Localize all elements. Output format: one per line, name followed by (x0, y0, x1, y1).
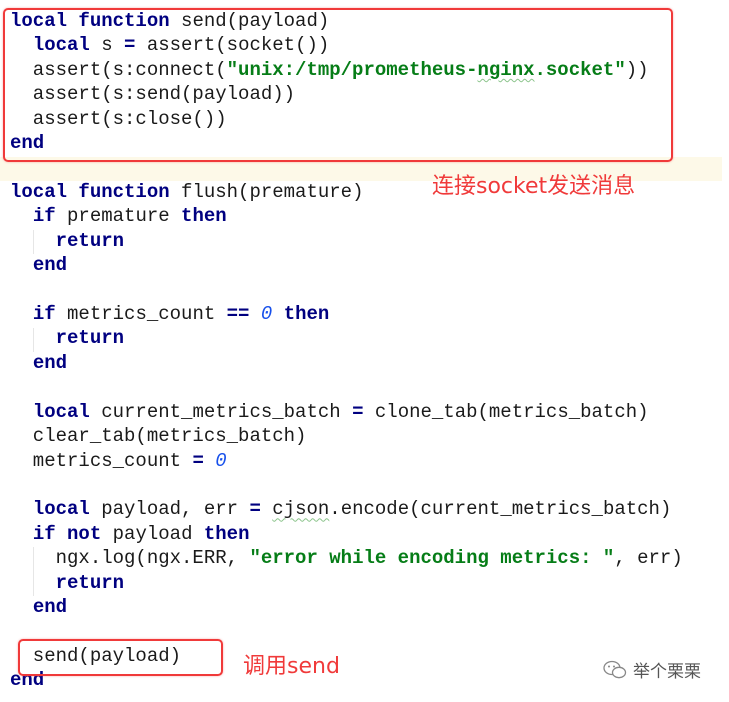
code-line: return (10, 326, 683, 350)
annotation-box-send-function (3, 8, 673, 162)
code-line: if not payload then (10, 522, 683, 546)
code-token: if (32, 522, 56, 545)
code-token: then (283, 303, 330, 326)
code-token: = (249, 498, 261, 521)
code-token: clear_tab(metrics_batch) (10, 425, 307, 448)
annotation-label-send-call: 调用send (243, 654, 340, 679)
code-token: 0 (215, 449, 227, 472)
code-token: , err) (614, 547, 683, 570)
code-token: = (192, 449, 204, 472)
code-token: cjson (272, 498, 330, 521)
code-token: if (32, 303, 56, 326)
code-token: not (67, 522, 102, 545)
annotation-box-send-call (18, 639, 223, 676)
code-line: return (10, 229, 683, 253)
code-token: ngx.log(ngx.ERR, (10, 547, 250, 570)
code-line: local payload, err = cjson.encode(curren… (10, 497, 683, 521)
code-token: end (32, 254, 68, 277)
code-token: local (32, 498, 90, 521)
code-token: end (32, 596, 68, 619)
annotation-label-send-function: 连接socket发送消息 (432, 174, 636, 199)
watermark: 举个栗栗 (603, 657, 701, 682)
watermark-text: 举个栗栗 (633, 662, 701, 682)
code-line: metrics_count = 0 (10, 449, 683, 473)
code-token: current_metrics_batch (89, 400, 353, 423)
code-line: local current_metrics_batch = clone_tab(… (10, 400, 683, 424)
code-line: clear_tab(metrics_batch) (10, 424, 683, 448)
code-token: local (32, 400, 90, 423)
code-line: ngx.log(ngx.ERR, "error while encoding m… (10, 546, 683, 570)
code-token: payload (101, 522, 204, 545)
code-line: if metrics_count == 0 then (10, 302, 683, 326)
code-token: then (181, 205, 227, 228)
code-token: local (10, 180, 68, 203)
code-token: then (203, 522, 250, 545)
code-token: premature (55, 205, 182, 228)
code-line: end (10, 351, 683, 375)
code-token: clone_tab(metrics_batch) (363, 400, 649, 423)
code-token: payload, err (89, 498, 250, 521)
code-line: if premature then (10, 204, 683, 228)
wechat-icon (603, 660, 627, 678)
code-token: == (226, 303, 250, 326)
code-token: end (32, 351, 68, 374)
code-token: return (55, 327, 125, 350)
code-token: .encode(current_metrics_batch) (329, 498, 672, 521)
code-token: = (352, 400, 364, 423)
code-line: return (10, 571, 683, 595)
code-token: return (55, 229, 125, 252)
code-line: end (10, 595, 683, 619)
code-line: end (10, 253, 683, 277)
code-token: metrics_count (10, 449, 193, 472)
code-token: "error while encoding metrics: " (249, 547, 615, 570)
code-token: return (55, 571, 125, 594)
code-token: 0 (260, 303, 273, 326)
code-token: flush(premature) (169, 180, 364, 203)
code-token: function (78, 180, 170, 203)
code-token: if (32, 205, 56, 228)
code-token: metrics_count (55, 303, 227, 326)
